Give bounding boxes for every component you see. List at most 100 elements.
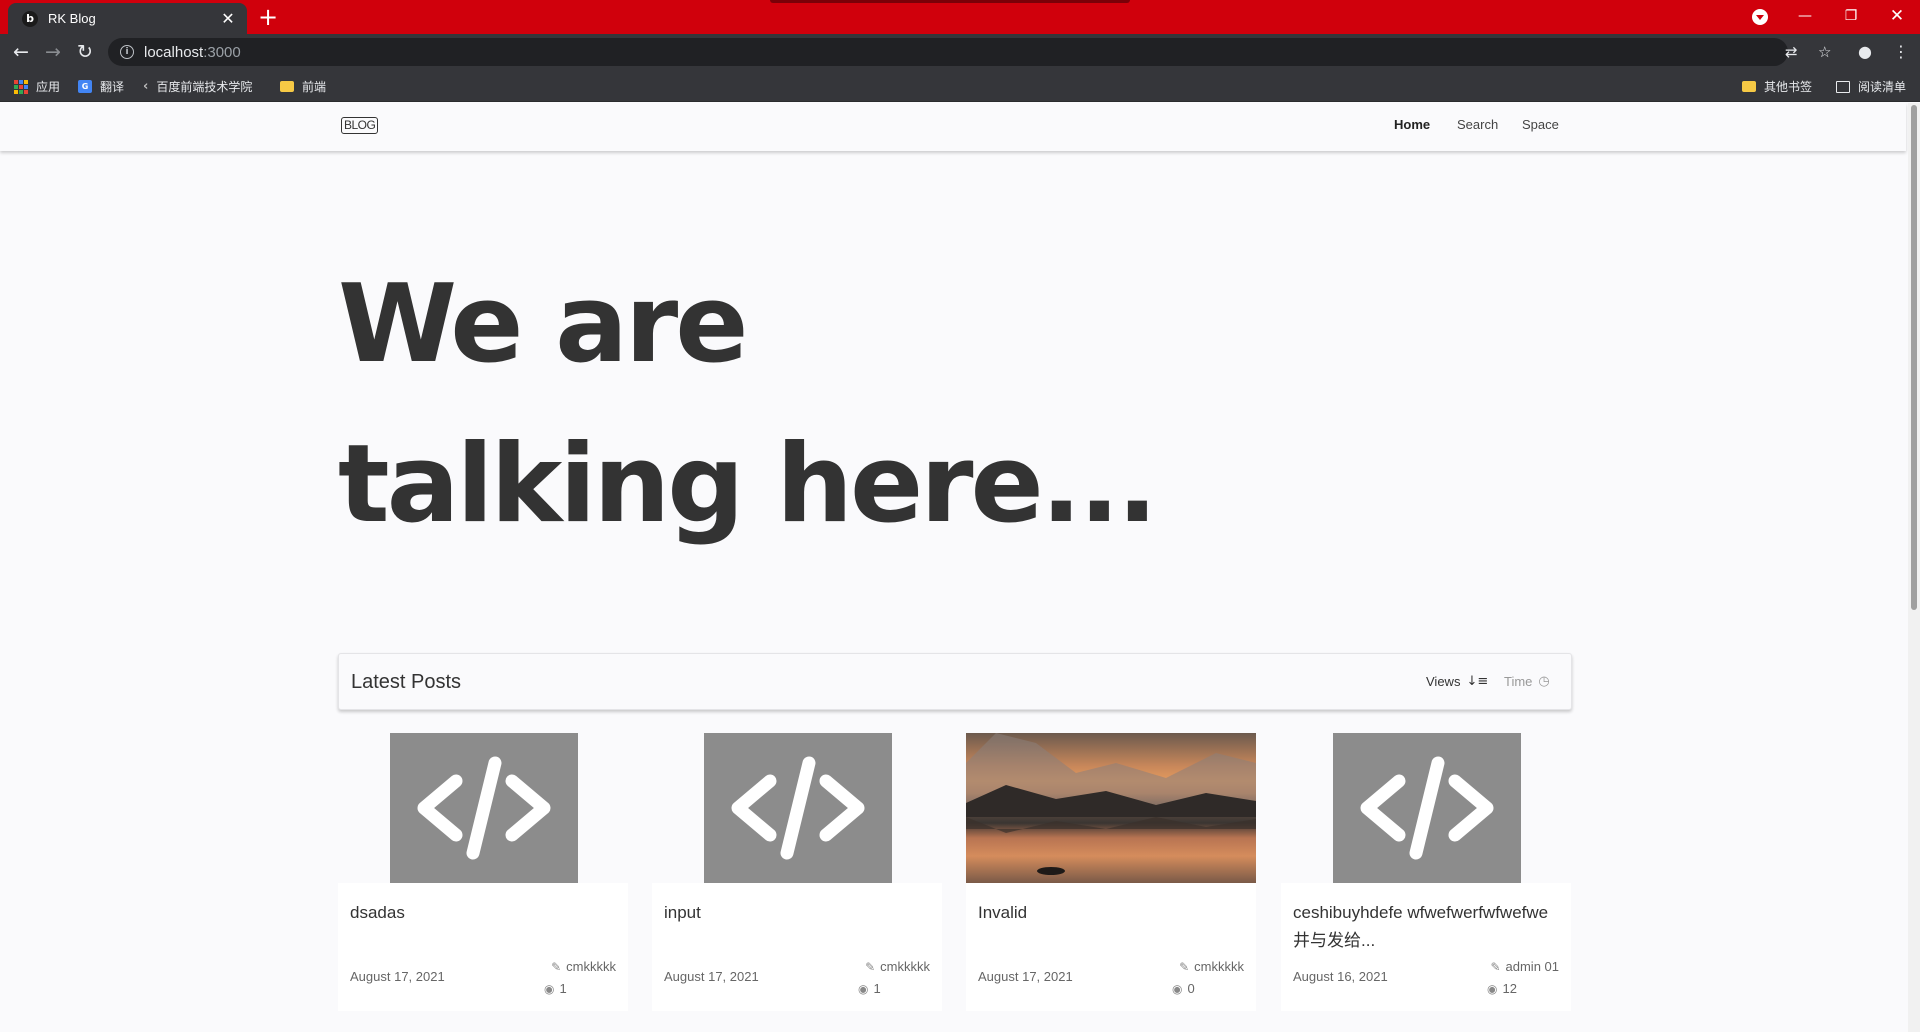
page-scrollbar[interactable] (1908, 103, 1920, 1032)
bookmark-baidu[interactable]: ‹ 百度前端技术学院 (143, 78, 252, 95)
page-viewport: BLOG Home Search Space We are talking he… (0, 103, 1920, 1032)
apps-grid-icon (14, 79, 28, 94)
latest-posts-title: Latest Posts (351, 671, 462, 693)
browser-tabstrip: b RK Blog ✕ + — ❐ ✕ (0, 0, 1920, 34)
eye-icon: ◉ (544, 981, 555, 996)
new-tab-icon[interactable]: + (258, 5, 278, 29)
favicon-icon: b (22, 10, 38, 27)
forward-icon[interactable]: → (42, 41, 64, 63)
post-card-body: ceshibuyhdefe wfwefwerfwfwefwe 井与发给... A… (1281, 883, 1571, 1011)
post-author: ✎ cmkkkkk (1179, 959, 1244, 974)
bookmark-label: 应用 (36, 80, 61, 94)
sort-views-button[interactable]: Views ↓≡ (1426, 674, 1488, 689)
scrollbar-thumb[interactable] (1911, 105, 1917, 610)
bookmark-frontend[interactable]: 前端 (280, 78, 326, 95)
bookmark-label: 百度前端技术学院 (156, 80, 253, 94)
site-logo[interactable]: BLOG (341, 117, 379, 134)
post-views: ◉ 0 (1172, 981, 1195, 996)
nav-home[interactable]: Home (1394, 117, 1430, 132)
eye-icon: ◉ (1487, 981, 1498, 996)
nav-space[interactable]: Space (1522, 117, 1559, 132)
post-title[interactable]: Invalid (978, 899, 1246, 927)
post-author: ✎ admin 01 (1490, 959, 1559, 974)
browser-toolbar: ← → ↻ i localhost:3000 ⇄ ☆ ● ⋮ (0, 34, 1920, 70)
post-author: ✎ cmkkkkk (865, 959, 930, 974)
post-date: August 17, 2021 (978, 969, 1073, 984)
back-icon[interactable]: ← (10, 41, 32, 63)
hero-line-2: talking here... (338, 422, 1158, 547)
code-icon (1333, 733, 1521, 883)
post-date: August 17, 2021 (664, 969, 759, 984)
post-view-count: 12 (1502, 981, 1517, 996)
post-date: August 16, 2021 (1293, 969, 1388, 984)
bookmark-label: 其他书签 (1764, 80, 1813, 94)
address-bar[interactable]: i localhost:3000 ⇄ ☆ (108, 38, 1831, 66)
sort-time-label: Time (1504, 674, 1533, 689)
pen-icon: ✎ (865, 959, 876, 974)
post-card[interactable]: ceshibuyhdefe wfwefwerfwfwefwe 井与发给... A… (1281, 733, 1571, 1011)
tab-search-handle (770, 0, 1130, 3)
pen-icon: ✎ (1490, 959, 1501, 974)
bookmark-star-icon[interactable]: ☆ (1818, 43, 1831, 61)
post-card[interactable]: dsadas August 17, 2021 ✎ cmkkkkk ◉ 1 (338, 733, 628, 1011)
post-card[interactable]: Invalid August 17, 2021 ✎ cmkkkkk ◉ 0 (966, 733, 1256, 1011)
menu-icon[interactable]: ⋮ (1893, 42, 1909, 61)
url-host: localhost (144, 43, 204, 61)
browser-tab[interactable]: b RK Blog ✕ (8, 3, 247, 34)
url-port: :3000 (203, 43, 241, 61)
post-author-name: cmkkkkk (566, 959, 616, 974)
post-title[interactable]: input (664, 899, 932, 927)
bookmark-translate[interactable]: G 翻译 (78, 78, 124, 95)
site-header: BLOG Home Search Space (0, 103, 1906, 151)
folder-icon (1742, 81, 1756, 92)
post-views: ◉ 12 (1487, 981, 1517, 996)
bookmark-other[interactable]: 其他书签 (1742, 78, 1812, 95)
post-title[interactable]: ceshibuyhdefe wfwefwerfwfwefwe 井与发给... (1293, 899, 1561, 955)
bookmarks-bar: 应用 G 翻译 ‹ 百度前端技术学院 前端 其他书签 阅读清单 (0, 70, 1920, 102)
nav-search[interactable]: Search (1457, 117, 1498, 132)
pen-icon: ✎ (551, 959, 562, 974)
landscape-photo (966, 733, 1256, 883)
hero-heading: We are talking here... (338, 245, 1158, 565)
eye-icon: ◉ (1172, 981, 1183, 996)
tab-title: RK Blog (48, 11, 96, 26)
sort-views-label: Views (1426, 674, 1461, 689)
post-card[interactable]: input August 17, 2021 ✎ cmkkkkk ◉ 1 (652, 733, 942, 1011)
reading-list-icon (1836, 80, 1850, 93)
tab-search-icon[interactable] (1752, 9, 1768, 25)
folder-icon (280, 81, 294, 92)
translate-page-icon[interactable]: ⇄ (1785, 43, 1798, 61)
restore-icon[interactable]: ❐ (1828, 0, 1874, 32)
post-author-name: cmkkkkk (1194, 959, 1244, 974)
sort-desc-icon: ↓≡ (1466, 674, 1489, 689)
close-window-icon[interactable]: ✕ (1874, 0, 1920, 32)
post-author: ✎ cmkkkkk (551, 959, 616, 974)
profile-icon[interactable]: ● (1858, 42, 1872, 61)
clock-icon: ◷ (1538, 674, 1550, 689)
code-icon (704, 733, 892, 883)
site-info-icon[interactable]: i (120, 45, 134, 59)
post-views: ◉ 1 (544, 981, 567, 996)
eye-icon: ◉ (858, 981, 869, 996)
reload-icon[interactable]: ↻ (74, 41, 96, 63)
baidu-chevron-icon: ‹ (143, 79, 149, 94)
bookmark-apps[interactable]: 应用 (14, 78, 60, 95)
bookmark-label: 前端 (302, 80, 327, 94)
code-icon (390, 733, 578, 883)
post-author-name: admin 01 (1505, 959, 1559, 974)
post-title[interactable]: dsadas (350, 899, 618, 927)
bookmark-label: 翻译 (100, 80, 125, 94)
post-date: August 17, 2021 (350, 969, 445, 984)
post-view-count: 0 (1187, 981, 1195, 996)
bookmark-label: 阅读清单 (1858, 80, 1907, 94)
bookmark-reading-list[interactable]: 阅读清单 (1836, 78, 1906, 95)
post-view-count: 1 (873, 981, 881, 996)
sort-time-button[interactable]: Time ◷ (1504, 674, 1550, 689)
post-views: ◉ 1 (858, 981, 881, 996)
pen-icon: ✎ (1179, 959, 1190, 974)
post-card-body: Invalid August 17, 2021 ✎ cmkkkkk ◉ 0 (966, 883, 1256, 1011)
latest-posts-header: Latest Posts Views ↓≡ Time ◷ (338, 653, 1572, 710)
post-card-body: dsadas August 17, 2021 ✎ cmkkkkk ◉ 1 (338, 883, 628, 1011)
minimize-icon[interactable]: — (1782, 0, 1828, 32)
tab-close-icon[interactable]: ✕ (219, 9, 237, 29)
